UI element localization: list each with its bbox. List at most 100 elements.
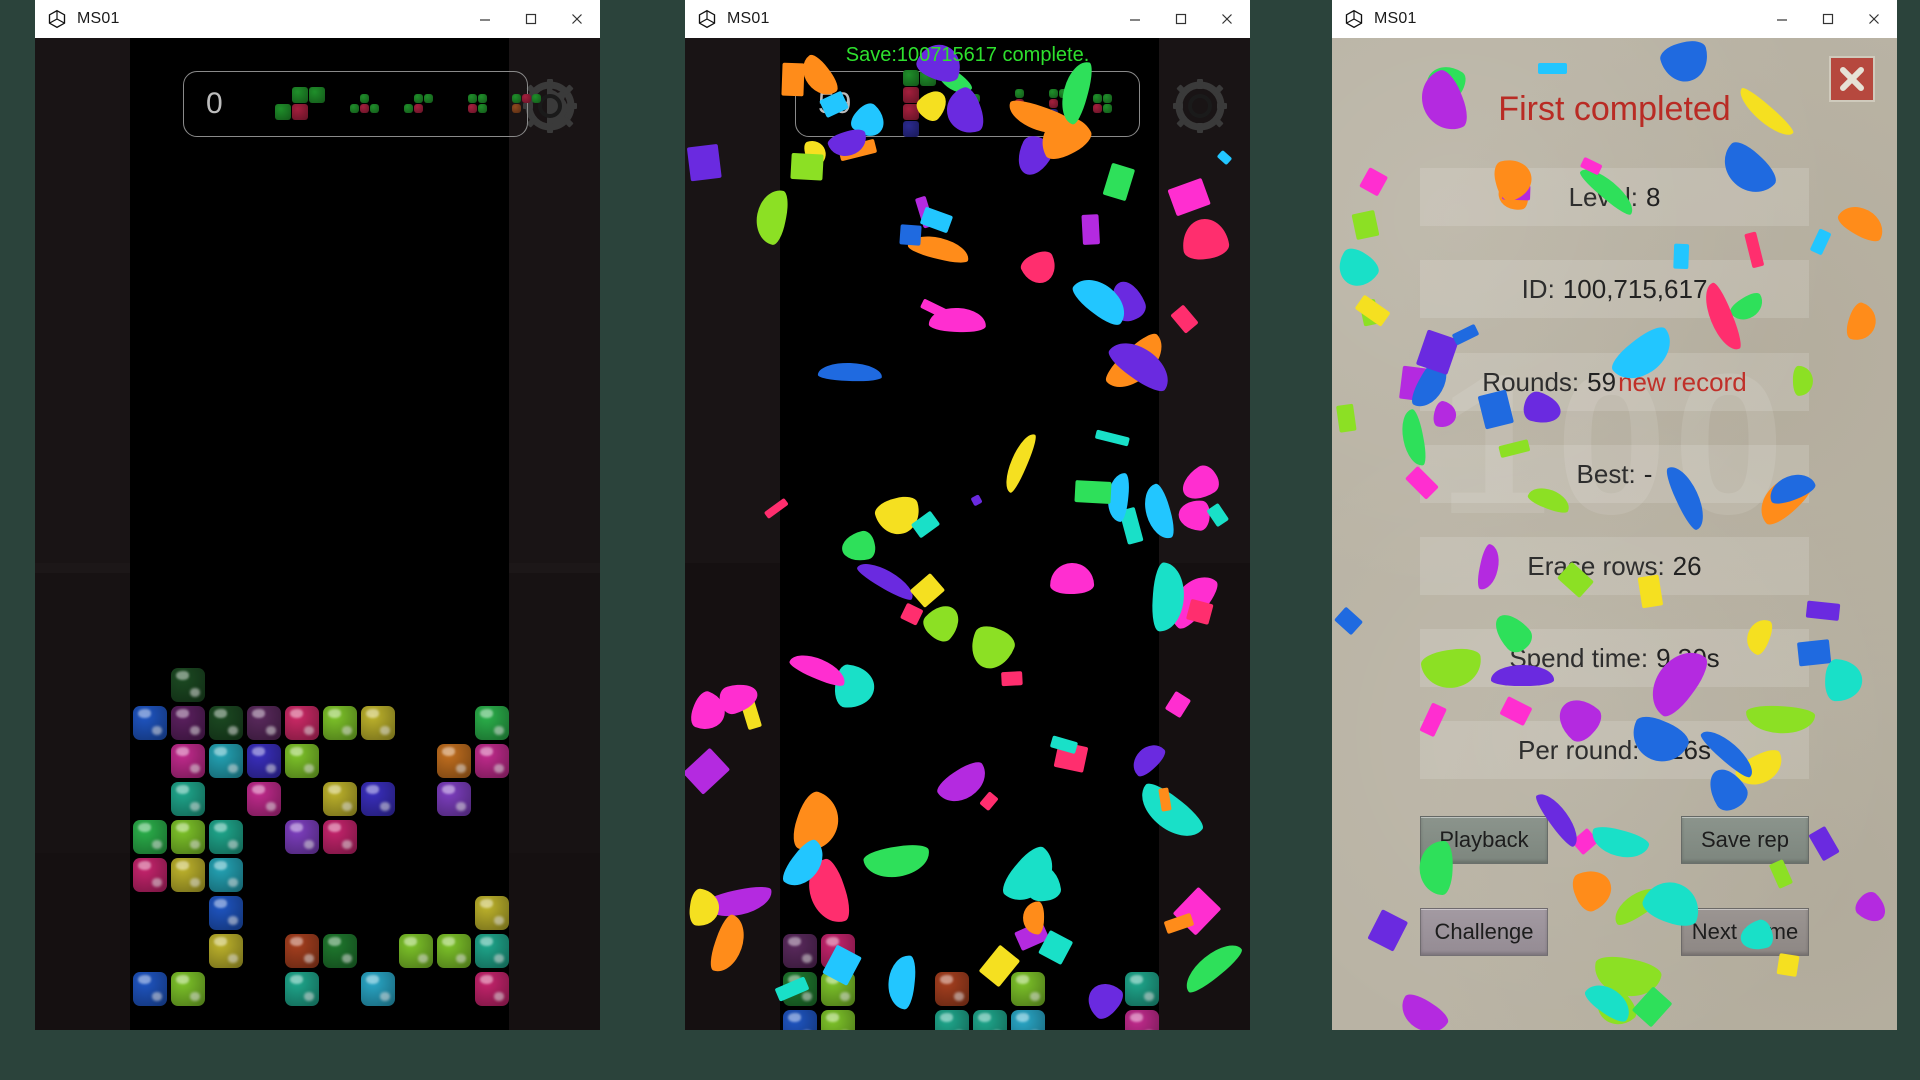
piece-preview-cell [512,94,521,103]
piece-preview-cell [360,104,369,113]
window-title: MS01 [77,10,120,28]
titlebar-window-2: MS01 [685,0,1250,38]
confetti-piece [1332,244,1383,294]
game-block [1125,972,1159,1006]
maximize-button[interactable] [1805,0,1851,38]
close-button[interactable] [1204,0,1250,38]
save-rep-button[interactable]: Save rep [1681,816,1809,864]
confetti-piece [1843,300,1880,344]
confetti-piece [706,912,751,977]
piece-preview-cell [532,94,541,103]
confetti-piece [1165,691,1191,718]
piece-preview-cell [1049,89,1058,98]
challenge-button[interactable]: Challenge [1420,908,1548,956]
minimize-button[interactable] [462,0,508,38]
maximize-button[interactable] [508,0,554,38]
game-area-2[interactable]: 59 Save:100715617 complete. [685,38,1250,1030]
game-block [209,858,243,892]
game-block [133,972,167,1006]
game-block [361,972,395,1006]
game-block [783,1010,817,1030]
game-block [209,744,243,778]
game-block [209,896,243,930]
piece-preview [350,94,380,114]
confetti-piece [1351,210,1379,240]
game-block [323,782,357,816]
game-block [935,972,969,1006]
game-area-1[interactable]: 0 [35,38,600,1030]
game-block [475,934,509,968]
game-block [171,820,205,854]
confetti-piece [1777,953,1800,976]
game-block [323,706,357,740]
minimize-button[interactable] [1759,0,1805,38]
result-row-label: ID: [1522,274,1555,305]
unity-icon [697,9,717,29]
confetti-piece [790,153,823,180]
piece-preview-cell [292,104,308,120]
save-status-message: Save:100715617 complete. [685,44,1250,67]
game-block [285,744,319,778]
result-row-value: - [1644,459,1653,490]
game-block [171,782,205,816]
confetti-piece [686,144,721,182]
confetti-piece [1589,823,1651,863]
result-title: First completed [1332,90,1897,129]
game-block [323,820,357,854]
confetti-piece [1001,671,1023,686]
piece-preview-cell [478,104,487,113]
game-block [323,934,357,968]
game-block [1125,1010,1159,1030]
maximize-button[interactable] [1158,0,1204,38]
piece-preview [512,94,542,114]
minimize-button[interactable] [1112,0,1158,38]
game-window-1: MS01 [35,0,600,1030]
settings-gear-icon[interactable] [1172,78,1228,139]
confetti-piece [782,63,805,97]
game-block [475,972,509,1006]
piece-preview-cell [404,104,413,113]
game-block [437,744,471,778]
game-block [285,934,319,968]
game-block [209,706,243,740]
result-window-3: MS01 100 First completed Level:8ID:100,7… [1332,0,1897,1030]
window-title: MS01 [1374,10,1417,28]
piece-preview-cell [370,104,379,113]
confetti-piece [1359,167,1388,196]
close-button[interactable] [1851,0,1897,38]
piece-preview-cell [1093,94,1102,103]
confetti-piece [1797,639,1831,667]
confetti-piece [1658,38,1713,86]
score-panel-1: 0 [183,71,528,137]
game-block [285,820,319,854]
game-block [437,782,471,816]
game-block [171,668,205,702]
game-block [1011,972,1045,1006]
game-block [171,858,205,892]
confetti-piece [1808,825,1840,861]
game-block [1011,1010,1045,1030]
close-button[interactable] [554,0,600,38]
game-block [247,782,281,816]
unity-icon [47,9,67,29]
game-block [247,744,281,778]
piece-preview-cell [414,94,423,103]
game-block [935,1010,969,1030]
piece-preview-cell [478,94,487,103]
game-block [437,934,471,968]
game-block [209,934,243,968]
result-row-value: 59 [1587,367,1616,398]
game-block [475,706,509,740]
confetti-piece [1398,408,1429,468]
piece-preview-cell [1103,104,1112,113]
game-block [285,706,319,740]
game-block [399,934,433,968]
confetti-piece [1074,480,1111,504]
piece-preview-cell [468,94,477,103]
close-overlay-button[interactable] [1829,56,1875,102]
confetti-piece [899,225,922,247]
piece-preview-cell [512,104,521,113]
game-window-2: MS01 [685,0,1250,1030]
window-controls [1759,0,1897,38]
confetti-piece [1825,659,1863,702]
